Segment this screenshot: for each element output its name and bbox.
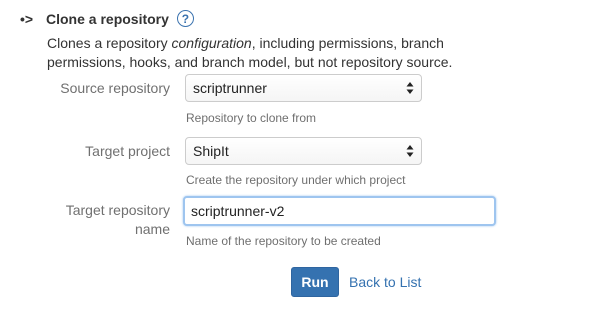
description-text-start: Clones a repository [47,35,172,51]
select-arrows-icon [406,82,414,94]
target-project-value: ShipIt [193,143,229,159]
target-project-hint: Create the repository under which projec… [186,173,406,187]
section-title: Clone a repository [46,10,169,27]
source-repository-value: scriptrunner [193,80,267,96]
help-icon[interactable]: ? [176,10,194,27]
run-button[interactable]: Run [291,267,339,297]
section-description: Clones a repository configuration, inclu… [47,34,467,72]
target-repository-name-label: Target repository name [0,201,170,239]
clone-repository-panel: •> Clone a repository ? Clones a reposit… [0,0,600,327]
target-project-label: Target project [85,143,170,159]
target-repository-name-input[interactable] [183,196,496,226]
source-repository-label: Source repository [60,80,170,96]
section-header: •> Clone a repository ? [20,10,194,27]
target-repository-name-hint: Name of the repository to be created [186,234,381,248]
target-repository-label-line1: Target repository [65,202,170,218]
collapse-toggle[interactable]: •> [20,11,46,27]
back-to-list-link[interactable]: Back to List [349,274,421,290]
source-repository-select[interactable]: scriptrunner [185,74,422,102]
description-emphasis: configuration [171,35,252,51]
target-repository-label-line2: name [134,221,170,237]
target-project-select[interactable]: ShipIt [185,137,422,165]
select-arrows-icon [406,145,414,157]
source-repository-hint: Repository to clone from [186,111,317,125]
